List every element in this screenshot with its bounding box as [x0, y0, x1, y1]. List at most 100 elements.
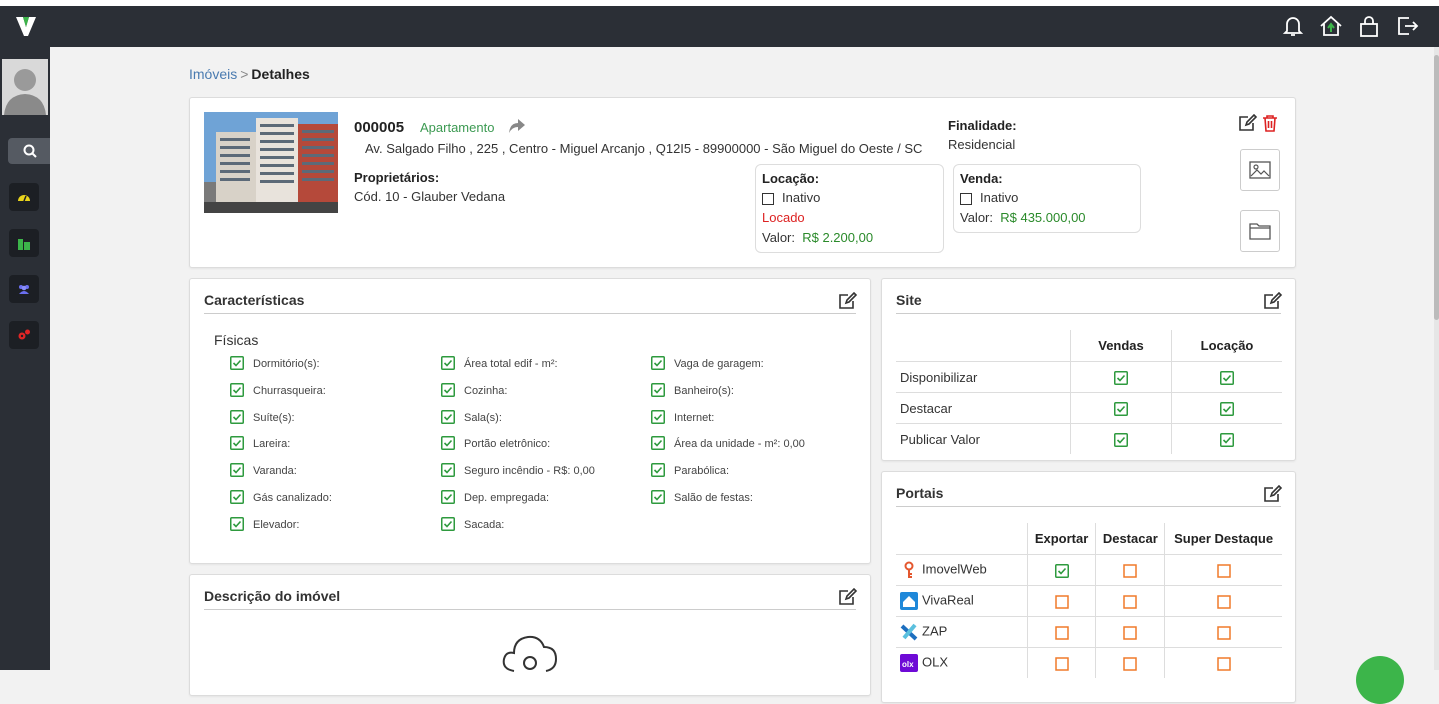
trash-icon[interactable]	[1261, 114, 1279, 132]
rental-status: Inativo	[762, 190, 820, 205]
feature-label: Área total edif - m²:	[464, 357, 558, 370]
features-title: Características	[204, 292, 305, 308]
checked-checkbox[interactable]	[1054, 563, 1069, 578]
feature-label: Banheiro(s):	[674, 384, 734, 397]
sale-inactive-checkbox[interactable]	[960, 192, 972, 205]
site-row: Destacar	[896, 392, 1282, 424]
sidebar-item-people[interactable]	[9, 275, 39, 303]
portal-name-cell: ZAP	[896, 616, 1028, 648]
property-photo[interactable]	[204, 112, 338, 213]
description-title: Descrição do imóvel	[204, 588, 341, 604]
portals-divider	[896, 506, 1281, 507]
sale-value: Valor: R$ 435.000,00	[960, 210, 1086, 225]
checked-checkbox[interactable]	[1220, 432, 1234, 447]
site-row: Publicar Valor	[896, 423, 1282, 454]
bell-icon[interactable]	[1281, 14, 1305, 38]
feature-item: Seguro incêndio - R$: 0,00	[441, 463, 595, 478]
unchecked-checkbox[interactable]	[1123, 564, 1138, 578]
features-edit-icon[interactable]	[838, 291, 858, 310]
avatar[interactable]	[2, 59, 48, 115]
unchecked-checkbox[interactable]	[1216, 626, 1231, 640]
checked-icon	[651, 436, 665, 451]
home-icon[interactable]	[1319, 14, 1343, 38]
portal-cell	[1164, 647, 1282, 678]
unchecked-checkbox[interactable]	[1216, 595, 1231, 609]
checked-icon	[230, 516, 244, 531]
unchecked-checkbox[interactable]	[1216, 564, 1231, 578]
chat-button[interactable]	[1356, 656, 1404, 704]
documents-button[interactable]	[1240, 210, 1280, 252]
checked-checkbox[interactable]	[1114, 370, 1128, 385]
edit-icon[interactable]	[1238, 113, 1258, 132]
logout-icon[interactable]	[1395, 14, 1419, 38]
purpose-label: Finalidade:	[948, 118, 1017, 133]
rental-inactive-checkbox[interactable]	[762, 192, 774, 205]
olx-icon: olx	[900, 654, 918, 672]
portals-header-export: Exportar	[1026, 523, 1096, 555]
sidebar-item-buildings[interactable]	[9, 229, 39, 257]
checked-icon	[651, 409, 665, 424]
checked-icon	[441, 490, 455, 504]
feature-item: Dep. empregada:	[441, 490, 549, 505]
checked-checkbox[interactable]	[1114, 401, 1128, 416]
rental-label: Locação:	[762, 171, 820, 186]
lock-icon[interactable]	[1357, 14, 1381, 38]
portals-card: Portais Exportar Destacar Super Destaque…	[881, 471, 1296, 703]
features-card: Características Físicas Dormitório(s): Ch…	[189, 278, 871, 564]
checked-icon	[441, 382, 455, 397]
site-edit-icon[interactable]	[1263, 291, 1283, 310]
top-bar	[0, 6, 1439, 47]
portal-name-cell: VivaReal	[896, 585, 1028, 617]
feature-item: Gás canalizado:	[230, 490, 332, 505]
scrollbar-thumb[interactable]	[1434, 55, 1439, 320]
sidebar-item-dashboard[interactable]	[9, 183, 39, 211]
unchecked-checkbox[interactable]	[1123, 595, 1138, 609]
site-header-sales: Vendas	[1070, 330, 1172, 362]
gallery-button[interactable]	[1240, 149, 1280, 191]
breadcrumb-link-imoveis[interactable]: Imóveis	[189, 66, 237, 82]
feature-item: Parabólica:	[651, 463, 729, 478]
checked-icon	[230, 463, 244, 478]
portals-edit-icon[interactable]	[1263, 484, 1283, 503]
feature-item: Área da unidade - m²: 0,00	[651, 436, 805, 451]
portals-header-super-highlight: Super Destaque	[1164, 523, 1282, 555]
checked-checkbox[interactable]	[1220, 401, 1234, 416]
rental-extra-status: Locado	[762, 210, 805, 225]
unchecked-checkbox[interactable]	[1054, 595, 1069, 609]
site-cell	[1171, 423, 1282, 454]
sidebar-item-settings[interactable]	[9, 321, 39, 349]
unchecked-checkbox[interactable]	[1123, 657, 1138, 671]
feature-label: Vaga de garagem:	[674, 357, 764, 370]
portal-cell	[1026, 585, 1096, 617]
site-title: Site	[896, 292, 922, 308]
feature-item: Portão eletrônico:	[441, 436, 550, 451]
users-icon	[17, 282, 31, 296]
feature-item: Internet:	[651, 409, 714, 425]
site-table: Vendas Locação Disponibilizar Destacar Pub…	[896, 330, 1282, 454]
checked-icon	[651, 490, 665, 504]
search-button[interactable]	[8, 138, 50, 164]
share-icon[interactable]	[508, 118, 526, 134]
owners-label: Proprietários:	[354, 170, 440, 185]
checked-checkbox[interactable]	[1114, 432, 1128, 447]
site-cell	[1070, 361, 1172, 393]
unchecked-checkbox[interactable]	[1216, 657, 1231, 671]
checked-checkbox[interactable]	[1220, 370, 1234, 385]
unchecked-checkbox[interactable]	[1123, 626, 1138, 640]
feature-label: Dep. empregada:	[464, 491, 549, 504]
feature-item: Churrasqueira:	[230, 382, 326, 398]
search-icon	[23, 144, 37, 158]
unchecked-checkbox[interactable]	[1054, 626, 1069, 640]
imovelweb-icon	[900, 561, 918, 579]
feature-label: Sacada:	[464, 518, 505, 531]
portal-name: ImovelWeb	[922, 561, 987, 577]
rental-value-label: Valor:	[762, 230, 795, 245]
portal-cell	[1164, 554, 1282, 586]
feature-item: Vaga de garagem:	[651, 356, 764, 371]
property-address: Av. Salgado Filho , 225 , Centro - Migue…	[365, 141, 923, 156]
app-logo[interactable]	[14, 14, 38, 38]
unchecked-checkbox[interactable]	[1054, 657, 1069, 671]
site-row-label: Publicar Valor	[896, 423, 1071, 454]
feature-label: Lareira:	[253, 438, 291, 451]
description-edit-icon[interactable]	[838, 587, 858, 606]
